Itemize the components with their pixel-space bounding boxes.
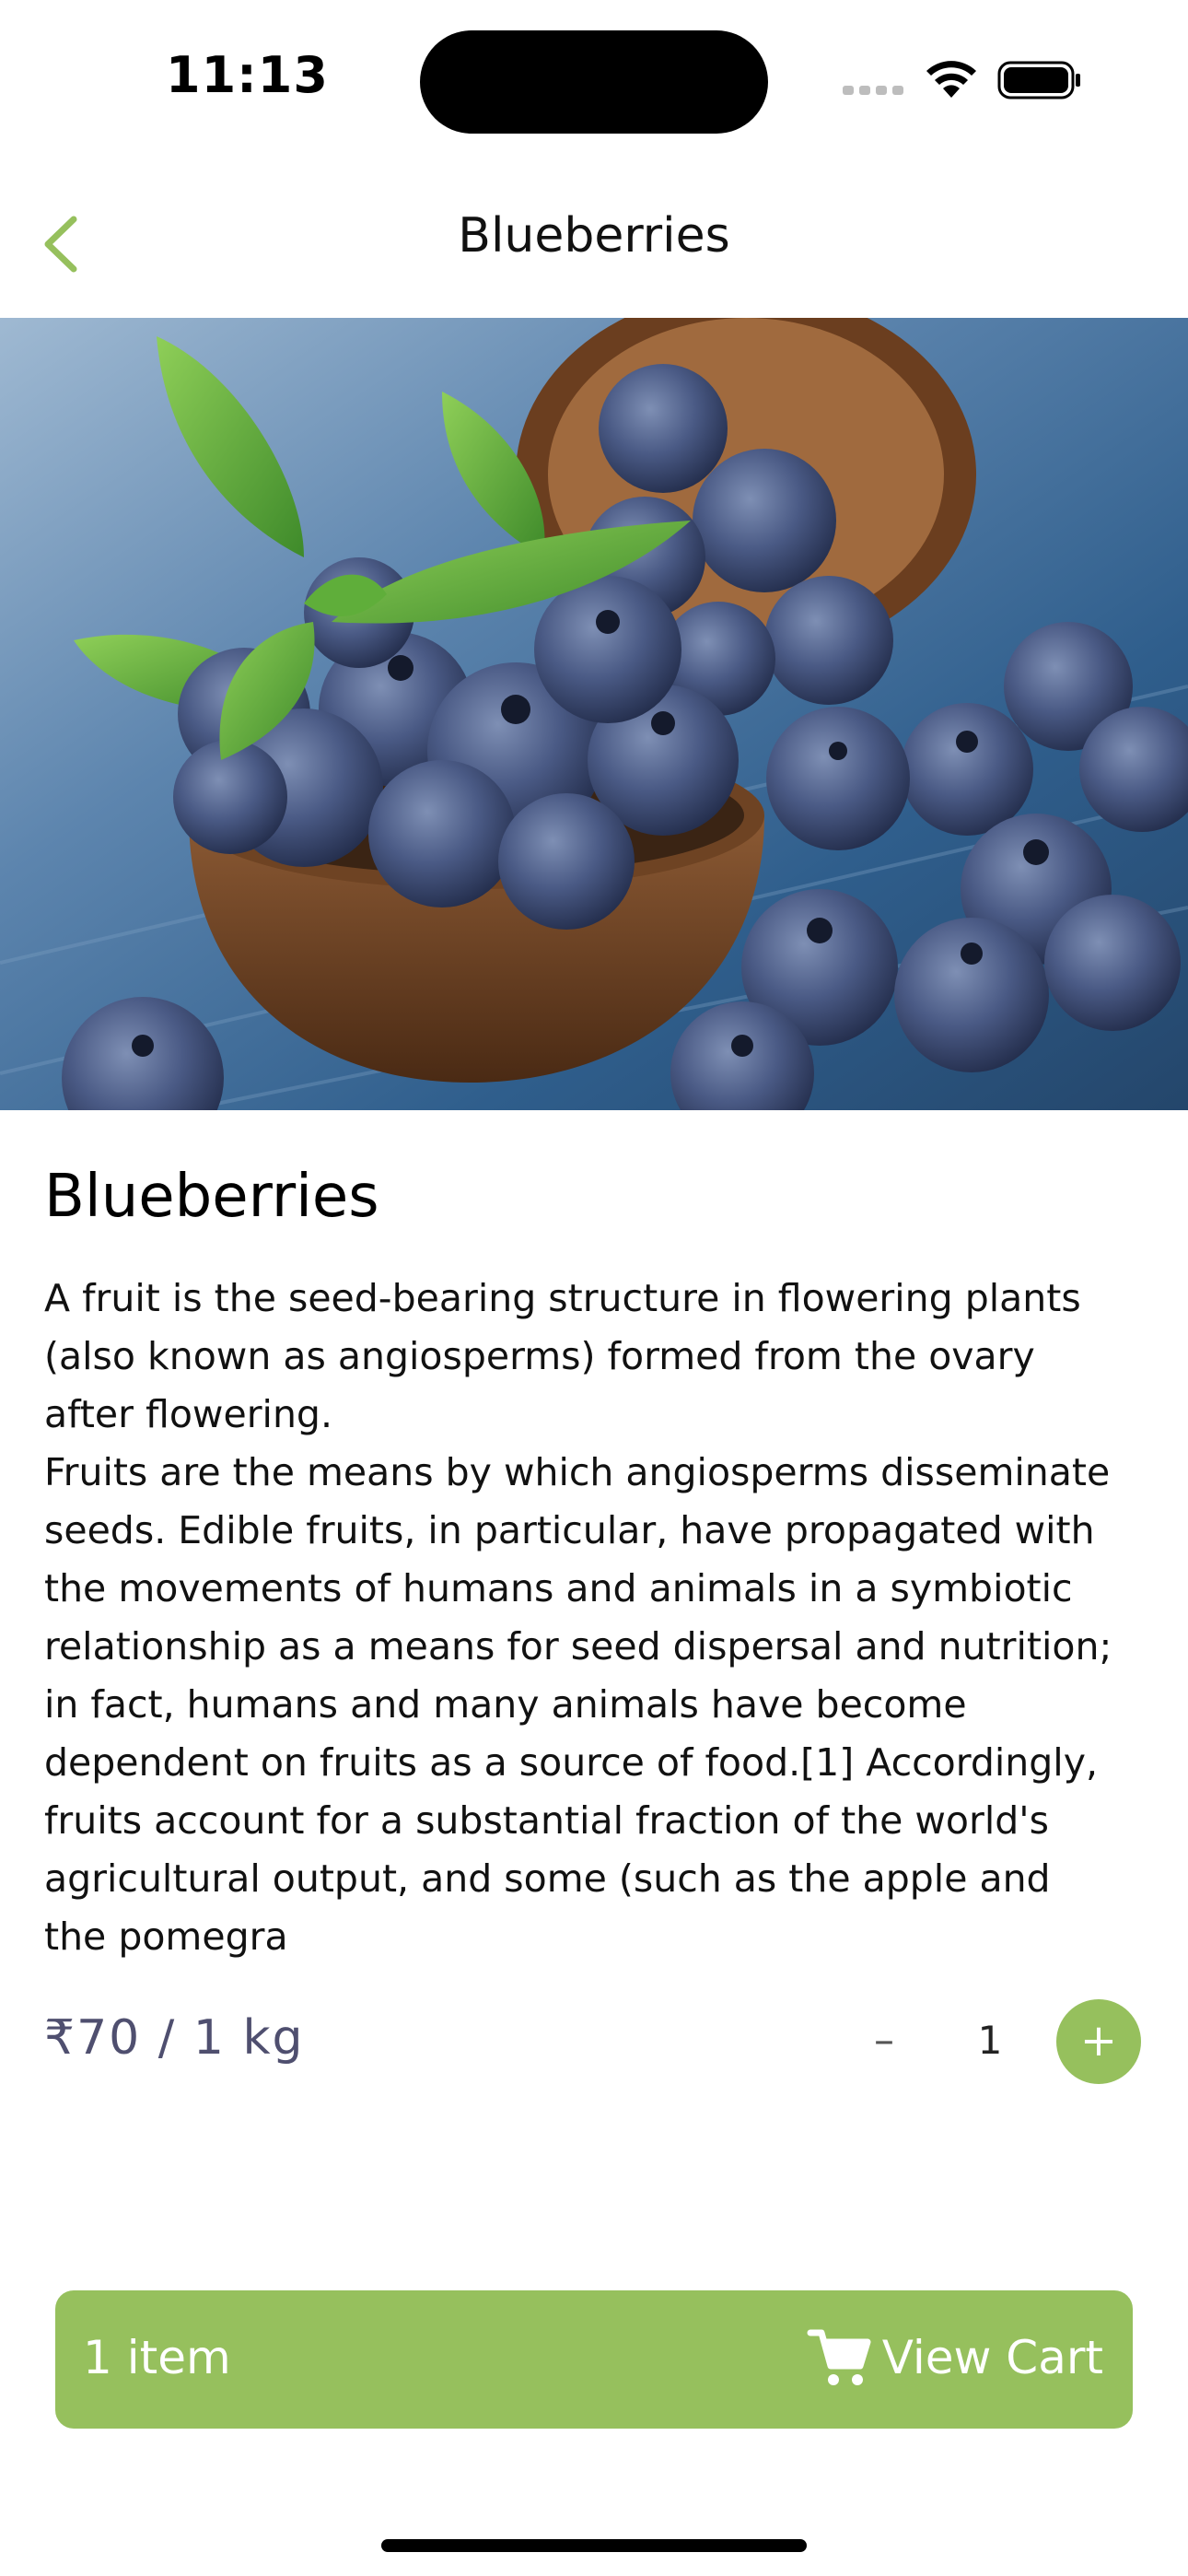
nav-header: Blueberries <box>0 184 1188 304</box>
increase-quantity-button[interactable]: + <box>1056 1999 1141 2084</box>
quantity-value: 1 <box>977 2018 1003 2063</box>
product-image <box>0 318 1188 1110</box>
wifi-icon <box>926 61 976 98</box>
view-cart-label: View Cart <box>881 2331 1103 2384</box>
status-bar: 11:13 <box>0 0 1188 157</box>
cart-item-count: 1 item <box>83 2331 231 2384</box>
page-title: Blueberries <box>458 208 730 263</box>
view-cart-bar[interactable]: 1 item View Cart <box>55 2290 1133 2429</box>
dynamic-island <box>420 30 768 134</box>
product-description: A fruit is the seed-bearing structure in… <box>44 1276 1112 1959</box>
battery-icon <box>997 61 1080 100</box>
shopping-cart-icon <box>807 2329 871 2385</box>
product-name: Blueberries <box>44 1163 379 1231</box>
decrease-quantity-button[interactable]: – <box>856 2008 912 2073</box>
cellular-signal-icon <box>843 81 907 96</box>
product-price: ₹70 / 1 kg <box>44 2010 305 2066</box>
home-indicator <box>381 2539 807 2552</box>
status-time: 11:13 <box>166 46 329 104</box>
